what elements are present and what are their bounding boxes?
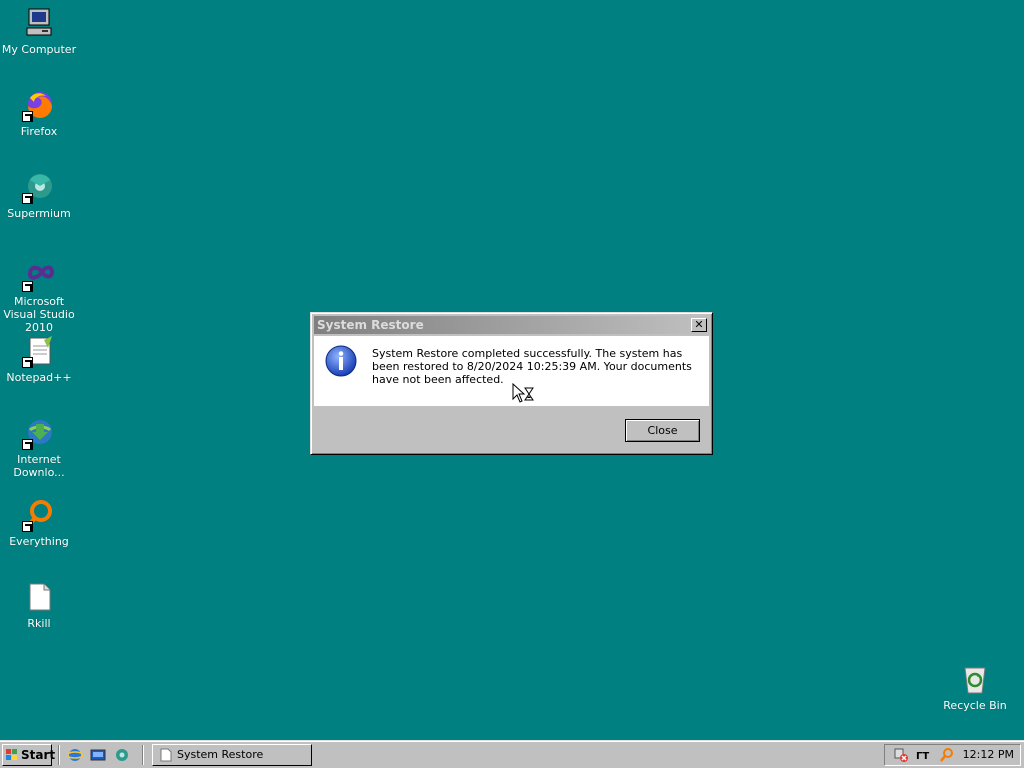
taskbar-separator	[58, 745, 60, 765]
dialog-title: System Restore	[317, 318, 424, 332]
windows-logo-icon	[6, 749, 17, 760]
everything-search-icon	[22, 498, 56, 532]
desktop-icon-notepadpp[interactable]: Notepad++	[0, 334, 78, 384]
desktop-icon-rkill[interactable]: Rkill	[0, 580, 78, 630]
dialog-titlebar[interactable]: System Restore ✕	[314, 316, 709, 334]
desktop-icon-internet-download-manager[interactable]: Internet Downlo...	[0, 416, 78, 479]
desktop-icon-label: Microsoft Visual Studio 2010	[3, 295, 75, 334]
supermium-icon[interactable]	[114, 747, 130, 763]
desktop-icon-label: Everything	[9, 535, 69, 548]
info-icon	[325, 345, 357, 377]
close-button[interactable]: Close	[625, 419, 700, 442]
keyboard-layout-icon[interactable]: ГТ	[915, 747, 931, 763]
task-button-label: System Restore	[177, 748, 264, 761]
search-icon[interactable]	[939, 747, 955, 763]
supermium-icon	[22, 170, 56, 204]
system-tray: ГТ 12:12 PM	[884, 744, 1021, 766]
busy-cursor-icon	[512, 383, 534, 403]
desktop-icon-label: Firefox	[20, 125, 58, 138]
start-button[interactable]: Start	[2, 744, 56, 766]
show-desktop-icon[interactable]	[90, 747, 106, 763]
firefox-icon	[22, 88, 56, 122]
svg-text:ГТ: ГТ	[916, 751, 929, 762]
internet-download-manager-icon	[22, 416, 56, 450]
recycle-bin-icon	[958, 662, 992, 696]
notepadpp-icon	[22, 334, 56, 368]
desktop-icon-label: Recycle Bin	[943, 699, 1007, 712]
desktop-icon-supermium[interactable]: Supermium	[0, 170, 78, 220]
desktop-icon-everything[interactable]: Everything	[0, 498, 78, 548]
taskbar-separator	[142, 745, 144, 765]
desktop-icon-label: Notepad++	[6, 371, 72, 384]
computer-icon	[22, 6, 56, 40]
taskbar: Start System Restore ГТ 12:12 PM	[0, 740, 1024, 768]
desktop-icon-label: Rkill	[27, 617, 51, 630]
desktop-icon-visual-studio[interactable]: Microsoft Visual Studio 2010	[0, 258, 78, 334]
taskbar-button-system-restore[interactable]: System Restore	[152, 744, 312, 766]
clock[interactable]: 12:12 PM	[963, 745, 1014, 765]
close-icon[interactable]: ✕	[691, 318, 707, 332]
desktop-icon-firefox[interactable]: Firefox	[0, 88, 78, 138]
dialog-message: System Restore completed successfully. T…	[372, 347, 692, 386]
document-icon	[160, 748, 172, 762]
visual-studio-icon	[22, 258, 56, 292]
desktop-icon-label: Supermium	[7, 207, 71, 220]
desktop-icon-label: Internet Downlo...	[13, 453, 65, 479]
ie-icon[interactable]	[67, 747, 83, 763]
desktop-icon-my-computer[interactable]: My Computer	[0, 6, 78, 56]
desktop-icon-recycle-bin[interactable]: Recycle Bin	[936, 662, 1014, 712]
network-disconnected-icon[interactable]	[893, 747, 909, 763]
desktop-icon-label: My Computer	[1, 43, 77, 56]
start-label: Start	[21, 748, 56, 762]
document-icon	[22, 580, 56, 614]
